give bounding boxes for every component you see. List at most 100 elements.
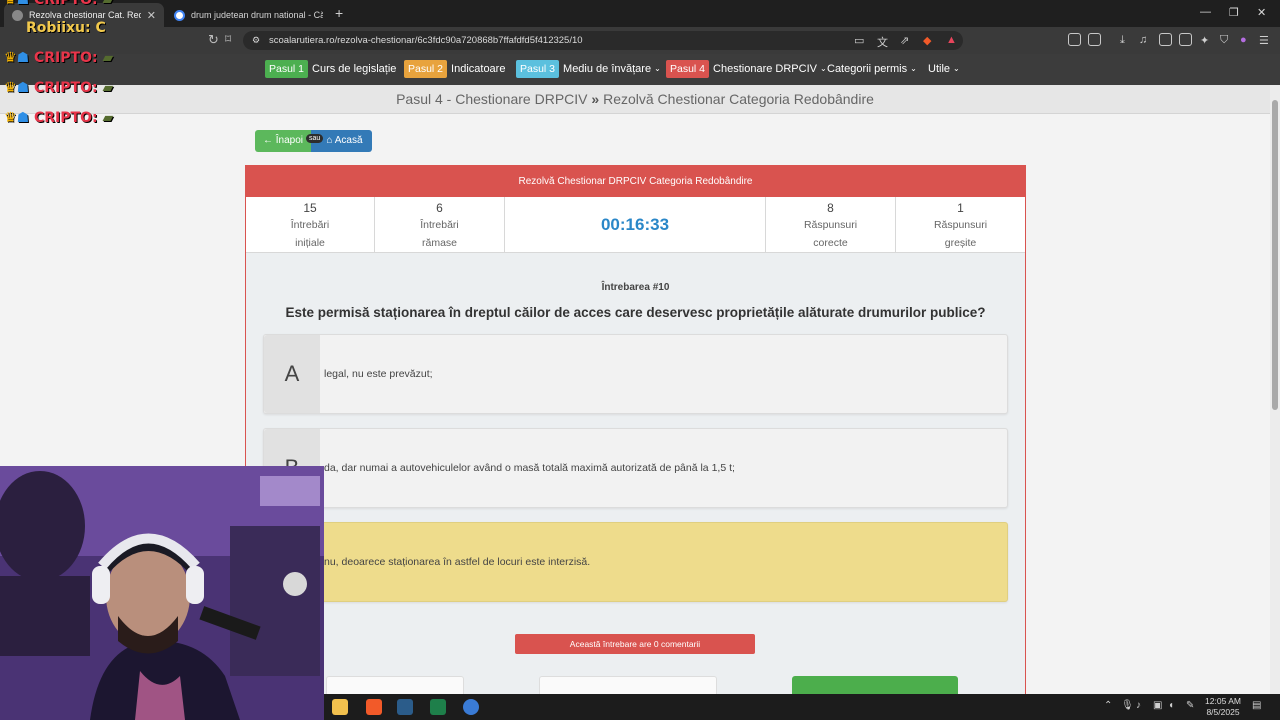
question-text: Este permisă staționarea în dreptul căil… <box>285 305 986 320</box>
extensions-icon[interactable] <box>1068 33 1081 46</box>
stat-wrong-answers: 1 Răspunsuri greșite <box>896 197 1025 252</box>
arrow-left-icon: ← <box>262 135 273 146</box>
chat-overlay-line: ♛☗ CRIPTO: ▰ <box>4 80 113 96</box>
site-favicon-icon <box>12 9 23 21</box>
cast-icon[interactable]: ▭ <box>854 34 864 47</box>
answer-option-b[interactable]: B da, dar numai a autovehiculelor având … <box>263 428 1008 508</box>
stat-value: 8 <box>827 201 834 215</box>
question-number: Întrebarea #10 <box>601 282 670 293</box>
translate-icon[interactable]: 文 <box>877 34 888 50</box>
notifications-icon[interactable]: ▤ <box>1252 700 1261 711</box>
crown-icon: ♛ <box>4 80 17 96</box>
nav-categorii-permis[interactable]: Categorii permis ⌄ <box>827 58 917 79</box>
quiz-timer: 00:16:33 <box>505 197 766 252</box>
app-icon[interactable] <box>463 699 479 715</box>
chevron-down-icon: ⌄ <box>910 64 917 73</box>
nav-pasul-3[interactable]: Pasul 3 Mediu de învățare ⌄ <box>516 58 661 79</box>
profile-icon[interactable]: ● <box>1240 34 1247 46</box>
minimize-button[interactable]: — <box>1200 6 1211 18</box>
tank-icon: ▰ <box>102 80 114 96</box>
site-navbar: Pasul 1 Curs de legislație Pasul 2 Indic… <box>0 54 1280 85</box>
share-icon[interactable]: ⇗ <box>900 34 909 47</box>
stat-label: Răspunsuri greșite <box>933 219 988 249</box>
breadcrumb-separator: » <box>591 91 600 107</box>
quiz-panel: Rezolvă Chestionar DRPCIV Categoria Redo… <box>245 165 1026 706</box>
crown-icon: ♛ <box>4 110 17 126</box>
stat-value: 6 <box>436 201 443 215</box>
taskbar-clock[interactable]: 12:05 AM 8/5/2025 <box>1200 696 1246 718</box>
ghost-icon: ☗ <box>16 50 30 66</box>
speaker-icon[interactable]: ♪ <box>1136 700 1141 711</box>
browser-tab[interactable]: drum judetean drum national - Căutare <box>166 3 331 27</box>
new-tab-button[interactable]: + <box>335 5 343 21</box>
crown-icon: ♛ <box>4 0 17 8</box>
browser-toolbar: ↻ ⌑ ⚙ scoalarutiera.ro/rezolva-chestiona… <box>0 27 1280 54</box>
chat-overlay-line: ♛☗ CRIPTO: ▰ <box>4 50 113 66</box>
stat-correct-answers: 8 Răspunsuri corecte <box>766 197 896 252</box>
stat-label: Răspunsuri corecte <box>803 219 858 249</box>
ghost-icon: ☗ <box>16 0 30 8</box>
url-text: scoalarutiera.ro/rezolva-chestionar/6c3f… <box>269 35 583 46</box>
answer-option-c[interactable]: C nu, deoarece staționarea în astfel de … <box>263 522 1008 602</box>
ghost-icon: ☗ <box>16 110 30 126</box>
nav-pasul-2[interactable]: Pasul 2 Indicatoare <box>404 58 505 79</box>
reload-icon[interactable]: ↻ <box>208 32 219 48</box>
close-window-button[interactable]: ✕ <box>1257 6 1266 19</box>
step-badge: Pasul 2 <box>404 59 448 78</box>
webcam-feed <box>0 466 324 720</box>
step-badge: Pasul 1 <box>265 59 309 78</box>
wallet-icon[interactable] <box>1179 33 1192 46</box>
stat-remaining-questions: 6 Întrebări rămase <box>375 197 505 252</box>
microphone-icon[interactable]: 🎙 <box>1121 700 1134 711</box>
scrollbar-thumb[interactable] <box>1272 100 1278 410</box>
quiz-header: Rezolvă Chestionar DRPCIV Categoria Redo… <box>246 166 1025 197</box>
leo-ai-icon[interactable]: ✦ <box>1200 34 1209 47</box>
bookmark-icon[interactable]: ⌑ <box>225 32 231 46</box>
nav-label: Utile <box>928 62 951 75</box>
tank-icon: ▰ <box>102 0 114 8</box>
chat-overlay-line: ♛☗ CRIPTO: ▰ <box>4 110 113 126</box>
menu-icon[interactable]: ☰ <box>1259 34 1269 47</box>
quiz-stats: 15 Întrebări inițiale 6 Întrebări rămase… <box>246 197 1025 253</box>
vpn-shield-icon[interactable]: ⛉ <box>1220 34 1228 47</box>
brave-browser-icon[interactable] <box>366 699 382 715</box>
answer-option-a[interactable]: A legal, nu este prevăzut; <box>263 334 1008 414</box>
back-button[interactable]: ← Înapoi <box>255 130 311 152</box>
pen-icon[interactable]: ✎ <box>1186 700 1194 711</box>
nav-pasul-4[interactable]: Pasul 4 Chestionare DRPCIV ⌄ <box>666 58 827 79</box>
answer-text: legal, nu este prevăzut; <box>324 368 433 380</box>
spreadsheet-icon[interactable] <box>430 699 446 715</box>
breadcrumb-current: Rezolvă Chestionar Categoria Redobândire <box>603 91 874 107</box>
nav-utile[interactable]: Utile ⌄ <box>928 58 960 79</box>
network-icon[interactable]: ▣ <box>1153 700 1162 711</box>
brave-shields-icon[interactable]: ◆ <box>923 34 931 47</box>
nav-label: Curs de legislație <box>312 62 397 75</box>
sidebar-icon[interactable] <box>1159 33 1172 46</box>
tab-title: Rezolva chestionar Cat. Redobândire <box>29 10 141 20</box>
comments-button[interactable]: Această întrebare are 0 comentarii <box>515 634 755 654</box>
stat-value: 15 <box>303 201 317 215</box>
steam-icon[interactable] <box>397 699 413 715</box>
nav-pasul-1[interactable]: Pasul 1 Curs de legislație <box>265 58 396 79</box>
breadcrumb-link[interactable]: Pasul 4 - Chestionare DRPCIV <box>396 91 587 107</box>
answer-letter: A <box>264 335 320 413</box>
site-info-icon[interactable]: ⚙ <box>252 31 260 50</box>
tray-expand-icon[interactable]: ⌃ <box>1104 700 1112 711</box>
volume-icon[interactable]: ◖ <box>1168 700 1174 711</box>
stat-label: Întrebări inițiale <box>290 219 330 249</box>
brave-rewards-icon[interactable]: ▲ <box>946 34 957 46</box>
clock-date: 8/5/2025 <box>1206 707 1240 717</box>
reader-icon[interactable] <box>1088 33 1101 46</box>
tank-icon: ▰ <box>102 50 114 66</box>
browser-tab-bar: Rezolva chestionar Cat. Redobândire ✕ dr… <box>0 0 1280 27</box>
close-tab-icon[interactable]: ✕ <box>147 9 156 22</box>
step-badge: Pasul 4 <box>666 59 710 78</box>
stat-label: Întrebări rămase <box>420 219 459 249</box>
file-explorer-icon[interactable] <box>332 699 348 715</box>
nav-label: Categorii permis <box>827 62 908 75</box>
back-label: Înapoi <box>275 135 304 146</box>
chat-overlay-line: ♛☗ CRIPTO: ▰ <box>4 0 113 8</box>
music-icon[interactable]: ♫ <box>1139 34 1147 46</box>
maximize-button[interactable]: ❐ <box>1229 6 1239 19</box>
download-icon[interactable]: ⤓ <box>1120 34 1125 47</box>
